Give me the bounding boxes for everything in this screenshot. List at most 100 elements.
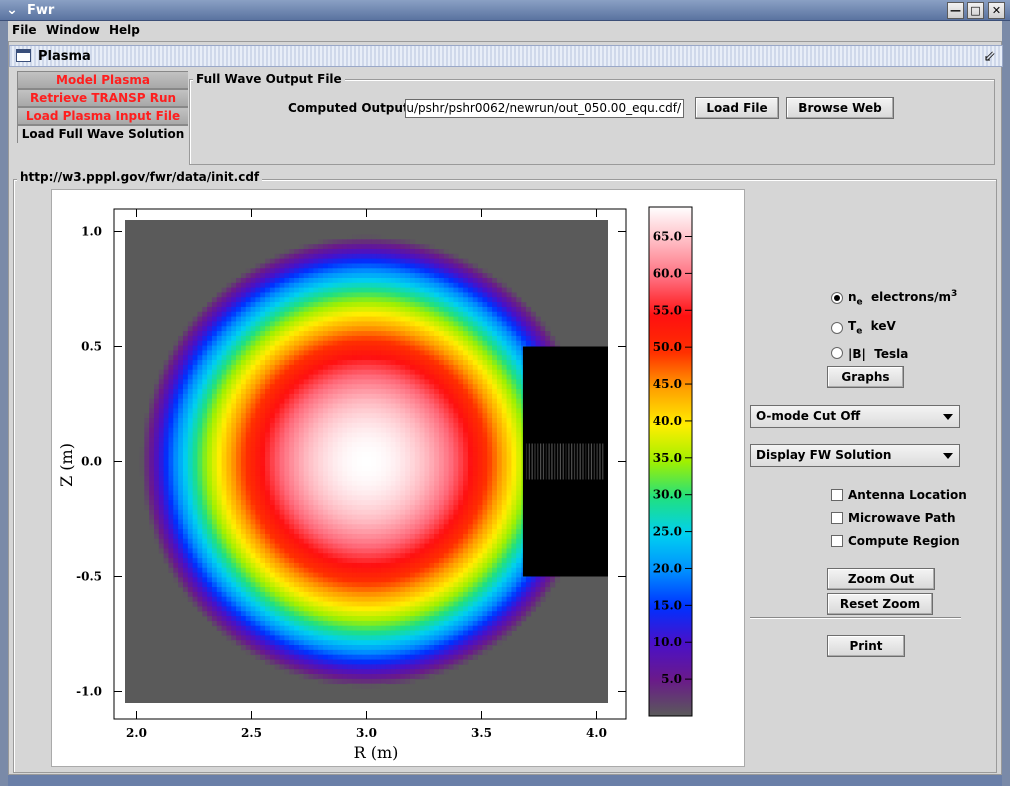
tab-model-plasma[interactable]: Model Plasma [17,71,188,89]
heatmap-cell [144,471,150,477]
heatmap-cell [487,432,493,438]
heatmap-cell [255,509,261,516]
computed-output-field[interactable]: /u/pshr/pshr0062/newrun/out_050.00_equ.c… [405,99,684,118]
heatmap-cell [356,422,363,429]
frame-window-icon [16,49,31,62]
heatmap-cell [182,408,189,414]
heatmap-cell [380,442,387,448]
heatmap-cell [434,500,440,506]
heatmap-cell [366,519,372,525]
heatmap-cell [361,374,367,380]
heatmap-cell [501,321,507,327]
heatmap-cell [245,451,251,458]
restore-icon[interactable]: ⇙ [983,47,996,65]
heatmap-cell [202,504,208,511]
maximize-icon[interactable]: □ [967,2,984,19]
heatmap-cell [424,311,430,317]
heatmap-cell [434,519,440,525]
heatmap-cell [376,335,382,342]
heatmap-cell [438,297,445,303]
load-file-button[interactable]: Load File [695,97,779,119]
heatmap-cell [342,514,348,520]
menu-help[interactable]: Help [109,23,140,37]
heatmap-cell [207,311,213,317]
heatmap-cell [434,447,440,453]
heatmap-cell [260,379,266,385]
heatmap-cell [492,326,498,332]
heatmap-cell [487,277,493,284]
heatmap-cell [250,355,256,361]
heatmap-cell [269,447,276,453]
heatmap-cell [178,364,184,371]
tab-retrieve-transp-run[interactable]: Retrieve TRANSP Run [17,89,188,107]
close-icon[interactable]: ✕ [988,2,1005,19]
window-titlebar[interactable]: ⌄ Fwr — □ ✕ [0,0,1010,21]
heatmap-cell [516,519,522,525]
heatmap-cell [438,418,445,424]
minimize-icon[interactable]: — [947,2,964,19]
heatmap-cell [501,422,507,429]
heatmap-cell [226,471,232,477]
heatmap-cell [168,466,174,472]
heatmap-cell [366,461,372,467]
heatmap-cell [216,490,222,496]
menu-window[interactable]: Window [46,23,100,37]
heatmap-cell [409,369,416,375]
heatmap-cell [506,326,512,332]
heatmap-cell [458,393,464,400]
heatmap-cell [434,263,440,269]
heatmap-cell [260,408,266,414]
heatmap-cell [482,335,488,342]
heatmap-cell [245,268,251,274]
heatmap-cell [400,413,406,419]
heatmap-cell [269,475,276,482]
browse-web-button[interactable]: Browse Web [786,97,894,119]
tab-load-full-wave-solution[interactable]: Load Full Wave Solution [17,125,188,143]
plasma-frame-titlebar[interactable]: Plasma ⇙ [9,45,1003,67]
heatmap-cell [327,524,334,530]
heatmap-cell [202,451,208,458]
heatmap-cell [380,244,387,250]
heatmap-cell [409,451,416,458]
heatmap-cell [265,258,271,264]
heatmap-cell [284,292,290,298]
heatmap-cell [265,355,271,361]
heatmap-cell [168,485,174,491]
window-menu-chevron-icon[interactable]: ⌄ [4,2,20,18]
heatmap-cell [448,374,454,380]
heatmap-cell [303,302,309,308]
heatmap-cell [361,263,367,269]
tab-load-plasma-input-file[interactable]: Load Plasma Input File [17,107,188,125]
heatmap-cell [327,258,334,264]
plot-panel[interactable]: 2.0 2.5 3.0 3.5 4.0 1.0 0.5 0.0 -0.5 -1.0 R (m) … [51,189,745,767]
heatmap-cell [400,268,406,274]
heatmap-cell [511,456,517,462]
heatmap-cell [313,422,319,429]
heatmap-cell [260,442,266,448]
heatmap-cell [429,282,435,289]
heatmap-cell [390,495,396,501]
heatmap-cell [308,335,314,342]
heatmap-cell [438,504,445,511]
heatmap-cell [438,442,445,448]
heatmap-cell [173,379,179,385]
heatmap-cell [506,524,512,530]
heatmap-cell [168,504,174,511]
heatmap-cell [245,340,251,346]
heatmap-cell [405,321,411,327]
heatmap-cell [240,403,247,409]
heatmap-cell [506,379,512,385]
heatmap-cell [496,480,503,487]
heatmap-cell [337,427,343,433]
heatmap-cell [274,389,280,395]
heatmap-cell [202,432,208,438]
heatmap-cell [380,437,387,443]
heatmap-cell [448,519,454,525]
menu-file[interactable]: File [12,23,37,37]
heatmap-cell [318,447,324,453]
heatmap-cell [274,519,280,525]
heatmap-cell [361,485,367,491]
heatmap-cell [211,345,218,351]
density-plot[interactable]: 2.0 2.5 3.0 3.5 4.0 1.00.50.0-0.5-1.0 R (m) … [52,190,746,768]
heatmap-cell [516,524,522,530]
